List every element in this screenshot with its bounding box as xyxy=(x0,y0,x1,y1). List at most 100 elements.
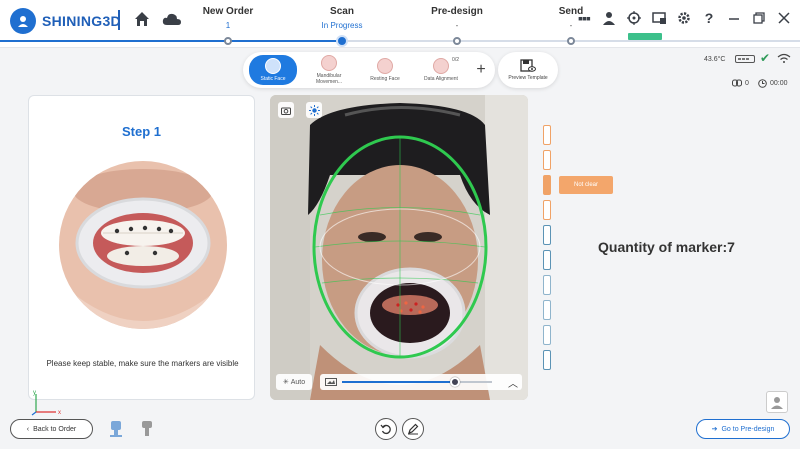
exposure-icon xyxy=(325,378,337,386)
step-label: Pre-design xyxy=(431,6,483,17)
handheld-device-icon[interactable] xyxy=(140,420,154,438)
brand-logo: SHINING3D xyxy=(10,8,121,34)
marker-slot xyxy=(543,175,551,195)
auto-label: Auto xyxy=(290,378,306,386)
restore-icon[interactable] xyxy=(751,10,767,26)
slider-fill xyxy=(342,381,455,383)
camera-switch-button[interactable] xyxy=(278,102,294,118)
brightness-button[interactable] xyxy=(306,102,322,118)
mode-label: Data Alignment xyxy=(424,76,458,82)
profile-photo-button[interactable] xyxy=(766,391,788,413)
app-header: SHINING3D New Order 1 Scan In Progress P… xyxy=(0,0,800,48)
scanner-battery-icon xyxy=(735,55,755,63)
marker-quantity: Quantity of marker:7 xyxy=(598,239,735,255)
step-dot-send xyxy=(567,37,575,45)
mode-mandibular-movement[interactable]: Mandibular Movemen... xyxy=(305,55,353,85)
timer-value: 00:00 xyxy=(770,80,788,87)
axis-icon: x y xyxy=(31,390,61,416)
step-sub: In Progress xyxy=(321,21,363,30)
face-icon xyxy=(265,58,281,74)
preview-template-button[interactable]: Preview Template xyxy=(498,52,558,88)
link-count: 0 xyxy=(745,79,749,87)
step-scan[interactable]: Scan In Progress xyxy=(297,6,387,31)
step-pre-design[interactable]: Pre-design - xyxy=(412,6,502,31)
screen-capture-icon[interactable] xyxy=(651,10,667,26)
back-to-order-label: Back to Order xyxy=(33,425,77,433)
scan-mode-bar: Static Face Mandibular Movemen... Restin… xyxy=(243,52,495,88)
mode-label: Resting Face xyxy=(370,76,400,82)
marker-status-tag: Not clear xyxy=(559,176,613,194)
mode-data-alignment[interactable]: 0/2 Data Alignment xyxy=(417,57,465,82)
step-dot-new-order xyxy=(224,37,232,45)
exposure-slider[interactable]: ︿ xyxy=(320,374,522,390)
guide-instruction: Please keep stable, make sure the marker… xyxy=(46,359,239,368)
marker-slot xyxy=(543,125,551,145)
header-divider xyxy=(118,10,120,30)
undo-icon xyxy=(380,424,391,435)
camera-feed-image xyxy=(270,95,528,400)
guide-panel: Step 1 Please keep stable, make sure the… xyxy=(28,95,255,400)
sun-icon xyxy=(308,104,320,116)
home-icon[interactable] xyxy=(133,10,151,28)
mode-resting-face[interactable]: Resting Face xyxy=(361,58,409,82)
axis-x-label: x xyxy=(58,410,61,416)
slider-thumb[interactable] xyxy=(449,377,460,387)
pencil-icon xyxy=(408,423,419,435)
close-icon[interactable] xyxy=(776,10,792,26)
chevron-left-icon: ‹ xyxy=(26,425,30,433)
chevron-right-circle-icon: ➔ xyxy=(711,426,718,433)
step-new-order[interactable]: New Order 1 xyxy=(183,6,273,31)
camera-controls: ✳ Auto ︿ xyxy=(276,374,522,392)
edit-button[interactable] xyxy=(402,418,424,440)
clock-icon xyxy=(758,79,767,88)
marker-slot xyxy=(543,350,551,370)
marker-slot xyxy=(543,250,551,270)
step-sub: - xyxy=(455,21,459,30)
undo-button[interactable] xyxy=(375,418,397,440)
logo-text: SHINING3D xyxy=(42,13,121,29)
status-indicator xyxy=(628,33,662,40)
user-icon[interactable] xyxy=(601,10,617,26)
minimize-icon[interactable] xyxy=(726,10,742,26)
face-icon xyxy=(377,58,393,74)
link-counter: 0 xyxy=(732,79,749,87)
floppy-eye-icon xyxy=(520,59,536,72)
scan-timer: 00:00 xyxy=(758,79,788,88)
marker-slot xyxy=(543,225,551,245)
step-sub: 1 xyxy=(225,21,231,30)
temperature-readout: 43.6°C xyxy=(704,56,726,63)
step-dot-scan xyxy=(338,37,346,45)
face-icon xyxy=(321,55,337,71)
grid-dots-icon: ▪▪▪ xyxy=(578,10,591,26)
back-to-order-button[interactable]: ‹ Back to Order xyxy=(10,419,93,439)
retractor-guide-image xyxy=(59,161,227,329)
marker-slot xyxy=(543,150,551,170)
chevron-up-icon[interactable]: ︿ xyxy=(508,375,518,390)
marker-slot xyxy=(543,325,551,345)
step-dot-pre-design xyxy=(453,37,461,45)
auto-exposure-button[interactable]: ✳ Auto xyxy=(276,374,312,390)
auto-icon: ✳ xyxy=(282,379,289,386)
axis-y-label: y xyxy=(33,390,36,396)
camera-preview[interactable]: ✳ Auto ︿ xyxy=(270,95,528,400)
mode-static-face[interactable]: Static Face xyxy=(249,55,297,85)
add-mode-button[interactable]: + xyxy=(473,61,489,78)
wifi-icon xyxy=(777,53,791,63)
logo-mark-icon xyxy=(10,8,36,34)
go-to-pre-design-button[interactable]: ➔ Go to Pre-design xyxy=(696,419,790,439)
step-label: Scan xyxy=(330,6,354,17)
cloud-icon[interactable] xyxy=(162,11,182,27)
link-icon xyxy=(732,79,742,87)
header-actions: ▪▪▪ ? xyxy=(576,10,792,26)
guide-step-title: Step 1 xyxy=(121,124,161,139)
go-to-pre-design-label: Go to Pre-design xyxy=(721,425,775,433)
marker-slot xyxy=(543,200,551,220)
step-label: New Order xyxy=(202,6,254,17)
marker-slot xyxy=(543,300,551,320)
mode-label: Mandibular Movemen... xyxy=(315,73,343,85)
scanner-device-icon[interactable] xyxy=(109,420,123,438)
target-icon[interactable] xyxy=(626,10,642,26)
help-icon[interactable]: ? xyxy=(701,10,717,26)
gear-icon[interactable] xyxy=(676,10,692,26)
mode-badge: 0/2 xyxy=(452,57,459,63)
